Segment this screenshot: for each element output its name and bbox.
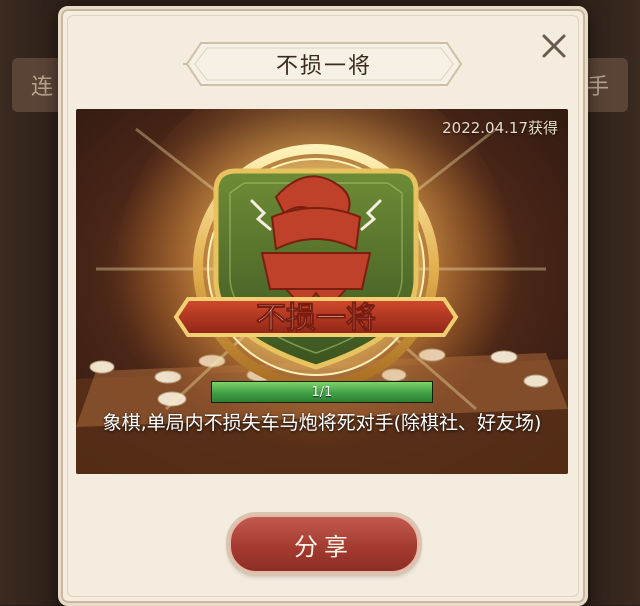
dialog-title: 不损一将 xyxy=(275,54,372,79)
progress-text: 1/1 xyxy=(311,384,333,400)
badge-text: 不损一将 xyxy=(256,301,376,336)
close-button[interactable] xyxy=(537,29,571,63)
obtained-date: 2022.04.17获得 xyxy=(442,119,558,137)
achievement-dialog: 不损一将 不损一将 2022.04.17获得 1/1 象棋,单局内不损失车马炮将… xyxy=(58,6,588,606)
achievement-description: 象棋,单局内不损失车马炮将死对手(除棋社、好友场) xyxy=(102,412,542,434)
close-icon xyxy=(542,34,566,58)
share-button[interactable]: 分享 xyxy=(229,515,419,573)
progress-bar: 1/1 xyxy=(211,381,433,403)
title-plaque: 不损一将 xyxy=(183,39,465,89)
achievement-art: 不损一将 2022.04.17获得 1/1 象棋,单局内不损失车马炮将死对手(除… xyxy=(76,109,568,474)
